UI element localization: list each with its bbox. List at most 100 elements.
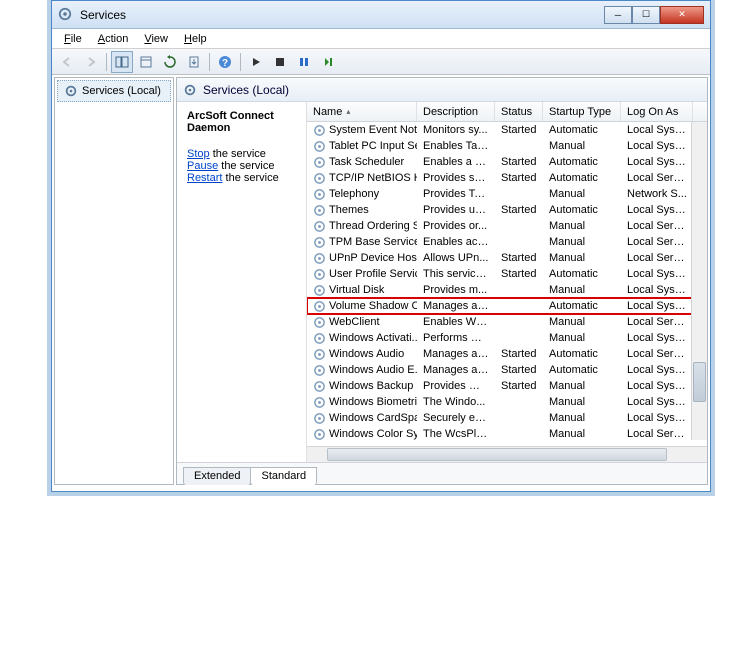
menu-help[interactable]: Help — [178, 32, 213, 46]
cell-log-on-as: Local Syste... — [621, 300, 693, 312]
cell-log-on-as: Local Syste... — [621, 204, 693, 216]
cell-name: Windows Biometri... — [307, 396, 417, 409]
stop-service-button[interactable] — [269, 51, 291, 73]
services-app-icon — [58, 7, 74, 23]
cell-startup-type: Manual — [543, 188, 621, 200]
show-hide-tree-button[interactable] — [111, 51, 133, 73]
cell-startup-type: Manual — [543, 236, 621, 248]
cell-description: Provides or... — [417, 220, 495, 232]
service-row[interactable]: Windows AudioManages au...StartedAutomat… — [307, 346, 707, 362]
cell-name: Themes — [307, 204, 417, 217]
service-row[interactable]: Volume Shadow C...Manages an...Automatic… — [307, 298, 707, 314]
v-scroll-thumb[interactable] — [693, 362, 706, 402]
service-row[interactable]: Windows Audio E...Manages au...StartedAu… — [307, 362, 707, 378]
cell-name: Thread Ordering S... — [307, 220, 417, 233]
cell-log-on-as: Local Service — [621, 236, 693, 248]
tree-pane[interactable]: Services (Local) — [54, 77, 174, 485]
cell-status: Started — [495, 124, 543, 136]
cell-log-on-as: Local Syste... — [621, 124, 693, 136]
cell-startup-type: Manual — [543, 332, 621, 344]
cell-name: Windows Audio E... — [307, 364, 417, 377]
column-headers: Name Description Status Startup Type Log… — [307, 102, 707, 122]
properties-button[interactable] — [135, 51, 157, 73]
restart-service-button[interactable] — [317, 51, 339, 73]
pause-service-button[interactable] — [293, 51, 315, 73]
service-row[interactable]: TelephonyProvides Tel...ManualNetwork S.… — [307, 186, 707, 202]
cell-description: Provides Wi... — [417, 380, 495, 392]
service-row[interactable]: Task SchedulerEnables a us...StartedAuto… — [307, 154, 707, 170]
cell-startup-type: Automatic — [543, 156, 621, 168]
service-row[interactable]: Windows BackupProvides Wi...StartedManua… — [307, 378, 707, 394]
cell-log-on-as: Local Syste... — [621, 396, 693, 408]
cell-startup-type: Manual — [543, 428, 621, 440]
service-rows[interactable]: System Event Noti...Monitors sy...Starte… — [307, 122, 707, 446]
stop-service-link-row: Stop the service — [187, 148, 296, 160]
menu-view[interactable]: View — [138, 32, 174, 46]
service-row[interactable]: Windows Activati...Performs W...ManualLo… — [307, 330, 707, 346]
selected-service-title: ArcSoft Connect Daemon — [187, 110, 274, 134]
close-button[interactable]: ✕ — [660, 6, 704, 24]
gear-icon — [183, 83, 197, 97]
cell-name: Windows Activati... — [307, 332, 417, 345]
col-log-on-as[interactable]: Log On As — [621, 102, 693, 121]
service-row[interactable]: Tablet PC Input Se...Enables Tab...Manua… — [307, 138, 707, 154]
cell-status: Started — [495, 252, 543, 264]
restart-link[interactable]: Restart — [187, 172, 222, 184]
cell-name: WebClient — [307, 316, 417, 329]
menu-file[interactable]: File — [58, 32, 88, 46]
cell-log-on-as: Local Service — [621, 172, 693, 184]
help-button[interactable]: ? — [214, 51, 236, 73]
tab-extended[interactable]: Extended — [183, 467, 251, 485]
vertical-scrollbar[interactable] — [691, 122, 707, 440]
start-service-button[interactable] — [245, 51, 267, 73]
service-row[interactable]: WebClientEnables Win...ManualLocal Servi… — [307, 314, 707, 330]
service-row[interactable]: User Profile ServiceThis service ...Star… — [307, 266, 707, 282]
tree-node-services-local[interactable]: Services (Local) — [57, 80, 171, 102]
menu-action[interactable]: Action — [92, 32, 135, 46]
refresh-button[interactable] — [159, 51, 181, 73]
col-status[interactable]: Status — [495, 102, 543, 121]
list-pane: Name Description Status Startup Type Log… — [307, 102, 707, 462]
service-row[interactable]: Thread Ordering S...Provides or...Manual… — [307, 218, 707, 234]
pause-service-link-row: Pause the service — [187, 160, 296, 172]
forward-button — [80, 51, 102, 73]
cell-description: Provides us... — [417, 204, 495, 216]
service-row[interactable]: TCP/IP NetBIOS H...Provides su...Started… — [307, 170, 707, 186]
tree-node-label: Services (Local) — [82, 85, 161, 97]
cell-description: Provides m... — [417, 284, 495, 296]
col-startup-type[interactable]: Startup Type — [543, 102, 621, 121]
stop-link[interactable]: Stop — [187, 148, 210, 160]
cell-startup-type: Manual — [543, 380, 621, 392]
service-row[interactable]: ThemesProvides us...StartedAutomaticLoca… — [307, 202, 707, 218]
service-row[interactable]: TPM Base ServicesEnables acc...ManualLoc… — [307, 234, 707, 250]
export-button[interactable] — [183, 51, 205, 73]
cell-description: Manages an... — [417, 300, 495, 312]
service-row[interactable]: Windows Color Sy...The WcsPlu...ManualLo… — [307, 426, 707, 442]
menubar: File Action View Help — [52, 29, 710, 49]
service-row[interactable]: Windows Biometri...The Windo...ManualLoc… — [307, 394, 707, 410]
cell-log-on-as: Local Syste... — [621, 140, 693, 152]
minimize-button[interactable]: ─ — [604, 6, 632, 24]
window-title: Services — [80, 8, 604, 22]
cell-log-on-as: Local Syste... — [621, 412, 693, 424]
maximize-button[interactable]: ☐ — [632, 6, 660, 24]
tab-standard[interactable]: Standard — [250, 467, 317, 485]
titlebar[interactable]: Services ─ ☐ ✕ — [52, 1, 710, 29]
cell-startup-type: Automatic — [543, 348, 621, 360]
cell-startup-type: Automatic — [543, 204, 621, 216]
service-row[interactable]: Windows CardSpa...Securely en...ManualLo… — [307, 410, 707, 426]
cell-name: Volume Shadow C... — [307, 300, 417, 313]
cell-description: The Windo... — [417, 396, 495, 408]
h-scroll-thumb[interactable] — [327, 448, 667, 461]
horizontal-scrollbar[interactable] — [307, 446, 707, 462]
service-row[interactable]: Virtual DiskProvides m...ManualLocal Sys… — [307, 282, 707, 298]
cell-description: Enables acc... — [417, 236, 495, 248]
cell-log-on-as: Local Syste... — [621, 268, 693, 280]
service-row[interactable]: UPnP Device HostAllows UPn...StartedManu… — [307, 250, 707, 266]
col-name[interactable]: Name — [307, 102, 417, 121]
col-description[interactable]: Description — [417, 102, 495, 121]
cell-log-on-as: Network S... — [621, 188, 693, 200]
pause-link[interactable]: Pause — [187, 160, 218, 172]
service-row[interactable]: System Event Noti...Monitors sy...Starte… — [307, 122, 707, 138]
cell-log-on-as: Local Service — [621, 428, 693, 440]
